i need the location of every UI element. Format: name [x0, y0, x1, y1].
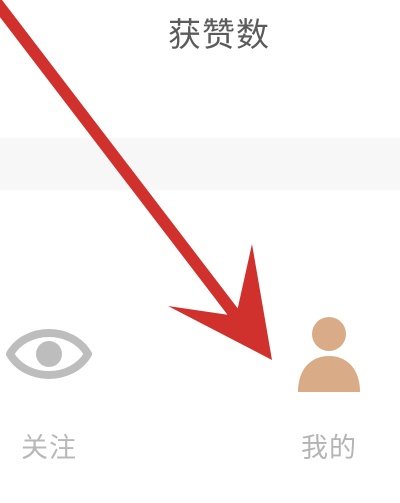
tab-mine-label: 我的 [301, 433, 357, 464]
eye-icon [6, 329, 92, 379]
app-screen: 获赞数 关注 我的 [0, 0, 400, 503]
person-icon [298, 317, 360, 392]
tab-mine[interactable]: 我的 [274, 312, 384, 465]
likes-count-label: 获赞数 [168, 15, 270, 54]
tab-follow[interactable]: 关注 [0, 312, 104, 465]
tab-follow-label: 关注 [21, 433, 77, 464]
section-divider [0, 138, 400, 190]
